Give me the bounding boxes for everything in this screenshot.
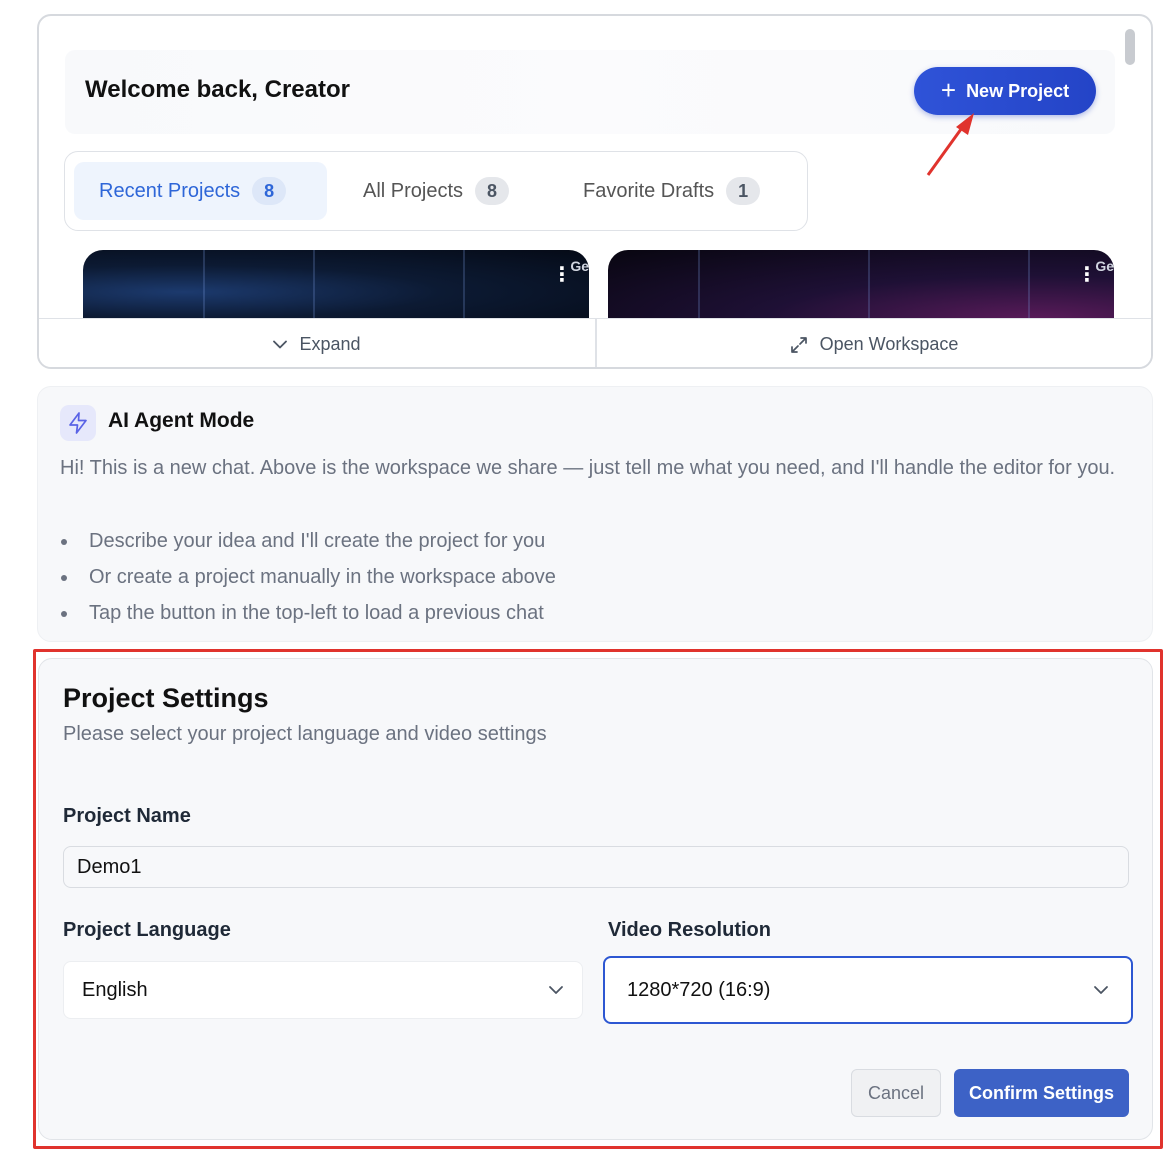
agent-panel: AI Agent Mode Hi! This is a new chat. Ab…: [37, 386, 1153, 642]
tab-favorite-drafts[interactable]: Favorite Drafts 1: [583, 162, 793, 220]
workspace-footer: Expand Open Workspace: [39, 318, 1151, 367]
tab-count-badge: 8: [252, 177, 287, 205]
list-item: Tap the button in the top-left to load a…: [60, 595, 556, 631]
card-decoration: [463, 250, 465, 318]
welcome-heading: Welcome back, Creator: [85, 76, 350, 103]
chevron-down-icon: [1094, 986, 1108, 994]
list-item: Describe your idea and I'll create the p…: [60, 523, 556, 559]
video-resolution-value: 1280*720 (16:9): [627, 978, 771, 1001]
project-card[interactable]: ⋮ Ge: [83, 250, 589, 318]
expand-arrows-icon: [790, 336, 807, 353]
expand-label: Expand: [299, 334, 361, 354]
lightning-icon: [60, 405, 96, 441]
video-resolution-label: Video Resolution: [608, 919, 771, 941]
agent-title: AI Agent Mode: [108, 409, 255, 432]
settings-title: Project Settings: [63, 683, 269, 713]
list-item: Or create a project manually in the work…: [60, 559, 556, 595]
tab-count-badge: 8: [475, 177, 510, 205]
open-workspace-label: Open Workspace: [819, 334, 959, 354]
agent-tips-list: Describe your idea and I'll create the p…: [60, 523, 556, 631]
project-tabs: Recent Projects 8 All Projects 8 Favorit…: [64, 151, 808, 231]
workspace-scroll-area[interactable]: Welcome back, Creator + New Project Rece…: [39, 16, 1151, 318]
scrollbar[interactable]: [1125, 29, 1135, 65]
project-card[interactable]: ⋮ Ge: [608, 250, 1114, 318]
project-language-label: Project Language: [63, 919, 231, 941]
open-workspace-button[interactable]: Open Workspace: [597, 319, 1151, 367]
card-tag: Ge: [570, 258, 589, 274]
workspace-panel: Welcome back, Creator + New Project Rece…: [37, 14, 1153, 369]
tab-recent-projects[interactable]: Recent Projects 8: [74, 162, 327, 220]
card-decoration: [313, 250, 315, 318]
tab-label: All Projects: [363, 179, 464, 202]
project-name-field[interactable]: Demo1: [63, 846, 1129, 888]
project-language-select[interactable]: English: [63, 961, 583, 1019]
new-project-label: New Project: [966, 80, 1070, 101]
project-settings-panel: Project Settings Please select your proj…: [38, 658, 1153, 1140]
settings-subtitle: Please select your project language and …: [63, 723, 547, 745]
card-decoration: [203, 250, 205, 318]
tab-all-projects[interactable]: All Projects 8: [363, 162, 563, 220]
card-decoration: [698, 250, 700, 318]
card-tag: Ge: [1095, 258, 1114, 274]
more-vertical-icon[interactable]: ⋮: [1077, 265, 1097, 294]
tab-label: Recent Projects: [99, 179, 241, 202]
workspace-header: Welcome back, Creator + New Project: [65, 50, 1115, 134]
video-resolution-select[interactable]: 1280*720 (16:9): [603, 956, 1133, 1024]
card-decoration: [868, 250, 870, 318]
more-vertical-icon[interactable]: ⋮: [552, 265, 572, 294]
agent-intro: Hi! This is a new chat. Above is the wor…: [60, 457, 1116, 479]
expand-button[interactable]: Expand: [39, 319, 595, 367]
project-name-label: Project Name: [63, 805, 191, 827]
cancel-button[interactable]: Cancel: [851, 1069, 941, 1117]
chevron-down-icon: [273, 340, 288, 349]
tab-label: Favorite Drafts: [583, 179, 715, 202]
tab-count-badge: 1: [726, 177, 761, 205]
plus-icon: +: [940, 74, 957, 105]
project-language-value: English: [82, 978, 148, 1001]
chevron-down-icon: [549, 986, 563, 994]
card-decoration: [1028, 250, 1030, 318]
confirm-settings-button[interactable]: Confirm Settings: [954, 1069, 1129, 1117]
new-project-button[interactable]: + New Project: [914, 67, 1096, 115]
